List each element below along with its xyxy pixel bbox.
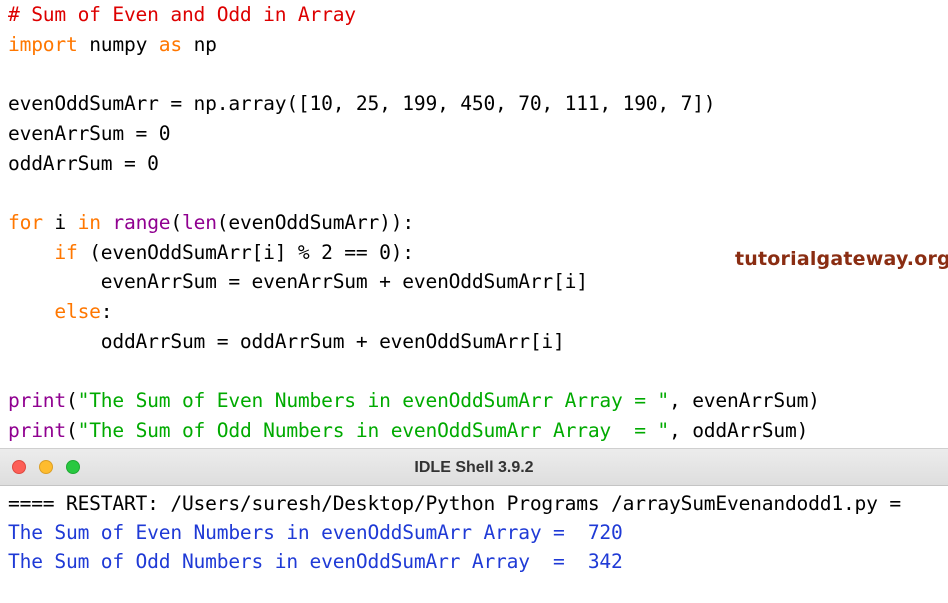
- restart-line: ==== RESTART: /Users/suresh/Desktop/Pyth…: [8, 489, 901, 518]
- code-token-keyword: else: [54, 300, 100, 323]
- code-token-string: "The Sum of Even Numbers in evenOddSumAr…: [78, 389, 669, 412]
- code-token-plain: (evenOddSumArr[i] % 2 == 0):: [78, 241, 414, 264]
- code-token-keyword: as: [159, 33, 182, 56]
- close-window-button[interactable]: [12, 460, 26, 474]
- code-line[interactable]: evenArrSum = evenArrSum + evenOddSumArr[…: [8, 267, 588, 297]
- code-token-keyword: if: [54, 241, 77, 264]
- code-token-plain: (: [66, 389, 78, 412]
- output-line: The Sum of Odd Numbers in evenOddSumArr …: [8, 547, 623, 576]
- code-token-plain: [8, 300, 54, 323]
- code-token-builtin: print: [8, 389, 66, 412]
- code-line[interactable]: oddArrSum = 0: [8, 149, 159, 179]
- code-token-builtin: print: [8, 419, 66, 442]
- code-token-keyword: import: [8, 33, 78, 56]
- code-token-plain: evenOddSumArr = np.array([10, 25, 199, 4…: [8, 92, 715, 115]
- code-line[interactable]: # Sum of Even and Odd in Array: [8, 0, 356, 30]
- shell-output-area[interactable]: ==== RESTART: /Users/suresh/Desktop/Pyth…: [0, 486, 948, 603]
- code-token-plain: , evenArrSum): [669, 389, 820, 412]
- code-token-comment: # Sum of Even and Odd in Array: [8, 3, 356, 26]
- code-token-builtin: len: [182, 211, 217, 234]
- code-line[interactable]: print("The Sum of Odd Numbers in evenOdd…: [8, 416, 808, 446]
- code-token-plain: :: [101, 300, 113, 323]
- shell-window-titlebar[interactable]: IDLE Shell 3.9.2: [0, 448, 948, 486]
- code-editor[interactable]: # Sum of Even and Odd in Array import num…: [0, 0, 948, 448]
- zoom-window-button[interactable]: [66, 460, 80, 474]
- code-line[interactable]: oddArrSum = oddArrSum + evenOddSumArr[i]: [8, 327, 565, 357]
- code-token-plain: evenArrSum = evenArrSum + evenOddSumArr[…: [8, 270, 588, 293]
- code-token-plain: oddArrSum = 0: [8, 152, 159, 175]
- code-token-string: "The Sum of Odd Numbers in evenOddSumArr…: [78, 419, 669, 442]
- code-token-plain: (: [66, 419, 78, 442]
- window-title: IDLE Shell 3.9.2: [0, 449, 948, 487]
- code-line[interactable]: import numpy as np: [8, 30, 217, 60]
- code-token-plain: , oddArrSum): [669, 419, 808, 442]
- code-token-keyword: for: [8, 211, 43, 234]
- code-token-plain: i: [43, 211, 78, 234]
- minimize-window-button[interactable]: [39, 460, 53, 474]
- code-token-builtin: range: [112, 211, 170, 234]
- code-line[interactable]: print("The Sum of Even Numbers in evenOd…: [8, 386, 820, 416]
- code-line[interactable]: evenOddSumArr = np.array([10, 25, 199, 4…: [8, 89, 715, 119]
- shell-prompt-line[interactable]: >>>: [8, 574, 86, 603]
- code-line[interactable]: for i in range(len(evenOddSumArr)):: [8, 208, 414, 238]
- code-line[interactable]: if (evenOddSumArr[i] % 2 == 0):: [8, 238, 414, 268]
- code-token-plain: evenArrSum = 0: [8, 122, 170, 145]
- code-token-plain: oddArrSum = oddArrSum + evenOddSumArr[i]: [8, 330, 565, 353]
- code-token-plain: np: [182, 33, 217, 56]
- watermark-logo: tutorialgateway.org: [735, 248, 948, 270]
- code-line[interactable]: else:: [8, 297, 112, 327]
- output-line: The Sum of Even Numbers in evenOddSumArr…: [8, 518, 623, 547]
- code-token-plain: [8, 241, 54, 264]
- code-token-plain: [101, 211, 113, 234]
- code-token-keyword: in: [78, 211, 101, 234]
- code-line[interactable]: evenArrSum = 0: [8, 119, 170, 149]
- code-token-plain: (evenOddSumArr)):: [217, 211, 414, 234]
- code-token-plain: (: [170, 211, 182, 234]
- code-token-plain: numpy: [78, 33, 159, 56]
